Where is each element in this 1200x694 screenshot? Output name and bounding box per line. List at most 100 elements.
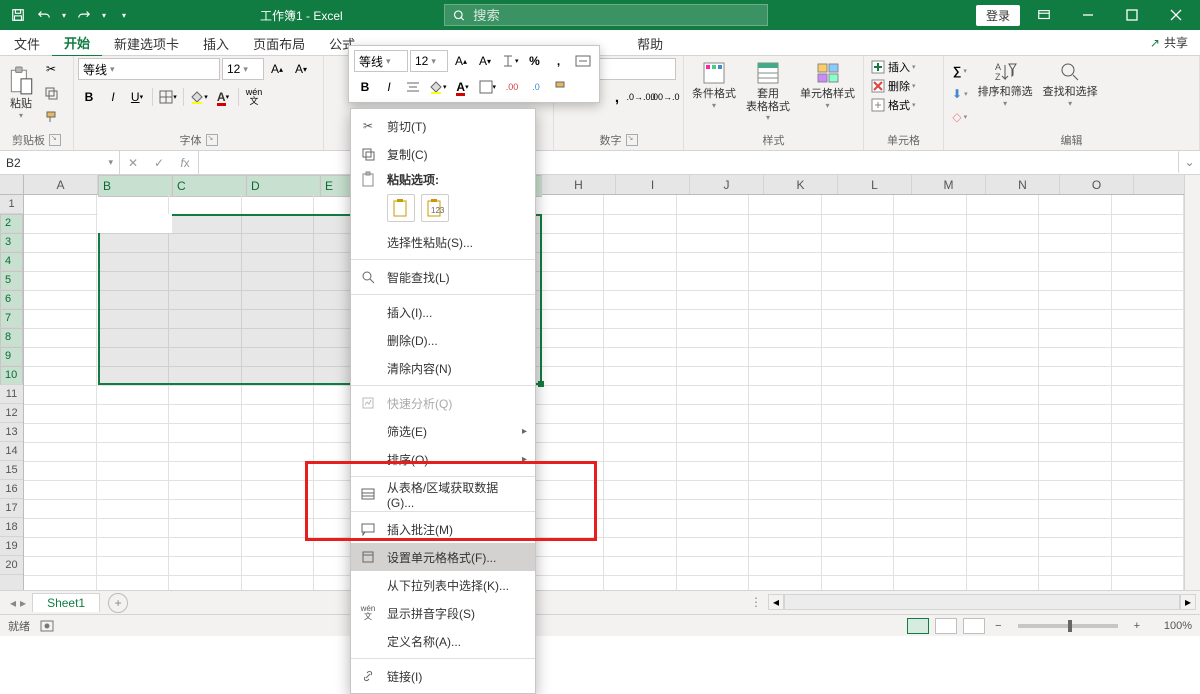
row-header-7[interactable]: 7 [0, 309, 23, 328]
col-header-B[interactable]: B [98, 175, 172, 197]
clipboard-dialog[interactable] [49, 134, 61, 146]
ctx-link[interactable]: 链接(I) [351, 662, 535, 690]
copy-icon[interactable] [40, 82, 62, 104]
cell-grid[interactable] [24, 195, 1184, 590]
fx-icon[interactable]: fx [172, 152, 198, 174]
row-header-19[interactable]: 19 [0, 537, 23, 556]
search-box[interactable] [444, 4, 768, 26]
sort-filter-button[interactable]: AZ排序和筛选▾ [974, 58, 1037, 110]
table-format-button[interactable]: 套用 表格格式▾ [742, 58, 794, 124]
row-header-11[interactable]: 11 [0, 385, 23, 404]
col-header-O[interactable]: O [1060, 175, 1134, 194]
phonetic-icon[interactable]: wén 文 [243, 86, 265, 108]
row-header-12[interactable]: 12 [0, 404, 23, 423]
ctx-paste-special[interactable]: 选择性粘贴(S)... [351, 228, 535, 256]
tab-file[interactable]: 文件 [2, 30, 52, 56]
mt-align-icon[interactable] [402, 76, 424, 98]
undo-dropdown[interactable]: ▾ [58, 3, 70, 27]
formula-input[interactable] [199, 151, 1178, 174]
mt-merge-icon[interactable] [572, 50, 594, 72]
ribbon-display-icon[interactable] [1024, 0, 1064, 30]
ctx-clear[interactable]: 清除内容(N) [351, 354, 535, 382]
mt-dec-decimal[interactable]: .0 [525, 76, 547, 98]
bold-button[interactable]: B [78, 86, 100, 108]
close-icon[interactable] [1156, 0, 1196, 30]
paste-option-all[interactable] [387, 194, 415, 222]
col-header-I[interactable]: I [616, 175, 690, 194]
row-header-3[interactable]: 3 [0, 233, 23, 252]
borders-icon[interactable]: ▾ [157, 86, 179, 108]
select-all-corner[interactable] [0, 175, 24, 195]
font-size-select[interactable]: 12▾ [222, 58, 264, 80]
insert-cells-button[interactable]: 插入▾ [868, 58, 918, 76]
autosum-icon[interactable]: ∑▾ [948, 60, 972, 82]
search-input[interactable] [473, 8, 759, 23]
ctx-show-pinyin[interactable]: wén文显示拼音字段(S) [351, 599, 535, 627]
mt-format-painter[interactable] [549, 76, 571, 98]
row-header-18[interactable]: 18 [0, 518, 23, 537]
login-button[interactable]: 登录 [976, 5, 1020, 26]
expand-formula-bar[interactable]: ⌄ [1178, 151, 1200, 173]
qat-customize[interactable]: ▾ [112, 3, 136, 27]
row-header-2[interactable]: 2 [0, 214, 23, 233]
tab-insert[interactable]: 插入 [191, 30, 241, 56]
col-header-L[interactable]: L [838, 175, 912, 194]
increase-decimal-icon[interactable]: .0→.00 [630, 86, 652, 108]
cut-icon[interactable]: ✂ [40, 58, 62, 80]
col-header-H[interactable]: H [542, 175, 616, 194]
row-header-6[interactable]: 6 [0, 290, 23, 309]
macro-record-icon[interactable] [40, 620, 54, 632]
ctx-filter[interactable]: 筛选(E)▸ [351, 417, 535, 445]
delete-cells-button[interactable]: 删除▾ [868, 77, 918, 95]
mt-comma[interactable]: , [548, 50, 570, 72]
paste-button[interactable]: 粘贴 ▾ [4, 58, 38, 128]
row-header-15[interactable]: 15 [0, 461, 23, 480]
ctx-smart-lookup[interactable]: 智能查找(L) [351, 263, 535, 291]
save-icon[interactable] [6, 3, 30, 27]
mt-accounting-icon[interactable]: ▾ [498, 50, 522, 72]
mt-bold[interactable]: B [354, 76, 376, 98]
decrease-decimal-icon[interactable]: .00→.0 [654, 86, 676, 108]
sheet-nav-prev[interactable]: ◂ [10, 596, 16, 610]
view-layout-icon[interactable] [935, 618, 957, 634]
number-dialog[interactable] [626, 134, 638, 146]
zoom-level[interactable]: 100% [1150, 620, 1192, 632]
sheet-tab[interactable]: Sheet1 [32, 593, 100, 612]
decrease-font-icon[interactable]: A▾ [290, 58, 312, 80]
row-header-20[interactable]: 20 [0, 556, 23, 575]
row-header-16[interactable]: 16 [0, 480, 23, 499]
col-header-M[interactable]: M [912, 175, 986, 194]
zoom-slider[interactable] [1018, 624, 1118, 628]
row-header-9[interactable]: 9 [0, 347, 23, 366]
mt-decrease-font[interactable]: A▾ [474, 50, 496, 72]
new-sheet-button[interactable]: + [108, 593, 128, 613]
mt-fill-color[interactable]: ▾ [426, 76, 450, 98]
tab-custom[interactable]: 新建选项卡 [102, 30, 191, 56]
conditional-format-button[interactable]: 条件格式▾ [688, 58, 740, 112]
mt-font-color[interactable]: A▾ [452, 76, 474, 98]
ctx-pick-from-list[interactable]: 从下拉列表中选择(K)... [351, 571, 535, 599]
comma-icon[interactable]: , [606, 86, 628, 108]
row-header-17[interactable]: 17 [0, 499, 23, 518]
increase-font-icon[interactable]: A▴ [266, 58, 288, 80]
font-name-select[interactable]: 等线▾ [78, 58, 220, 80]
redo-icon[interactable] [72, 3, 96, 27]
italic-button[interactable]: I [102, 86, 124, 108]
ctx-insert-comment[interactable]: 插入批注(M) [351, 515, 535, 543]
undo-icon[interactable] [32, 3, 56, 27]
row-header-14[interactable]: 14 [0, 442, 23, 461]
col-header-J[interactable]: J [690, 175, 764, 194]
cell-styles-button[interactable]: 单元格样式▾ [796, 58, 859, 112]
clear-icon[interactable]: ◇▾ [948, 106, 972, 128]
redo-dropdown[interactable]: ▾ [98, 3, 110, 27]
tab-help[interactable]: 帮助 [625, 30, 675, 56]
row-header-4[interactable]: 4 [0, 252, 23, 271]
ctx-insert[interactable]: 插入(I)... [351, 298, 535, 326]
mt-font-name[interactable]: 等线▾ [354, 50, 408, 72]
fill-icon[interactable]: ⬇▾ [948, 83, 972, 105]
horizontal-scrollbar[interactable]: ⋮ ◂▸ [744, 594, 1196, 610]
find-select-button[interactable]: 查找和选择▾ [1039, 58, 1102, 110]
share-button[interactable]: ↗共享 [1140, 30, 1198, 55]
vertical-scrollbar[interactable] [1184, 175, 1200, 590]
row-header-8[interactable]: 8 [0, 328, 23, 347]
